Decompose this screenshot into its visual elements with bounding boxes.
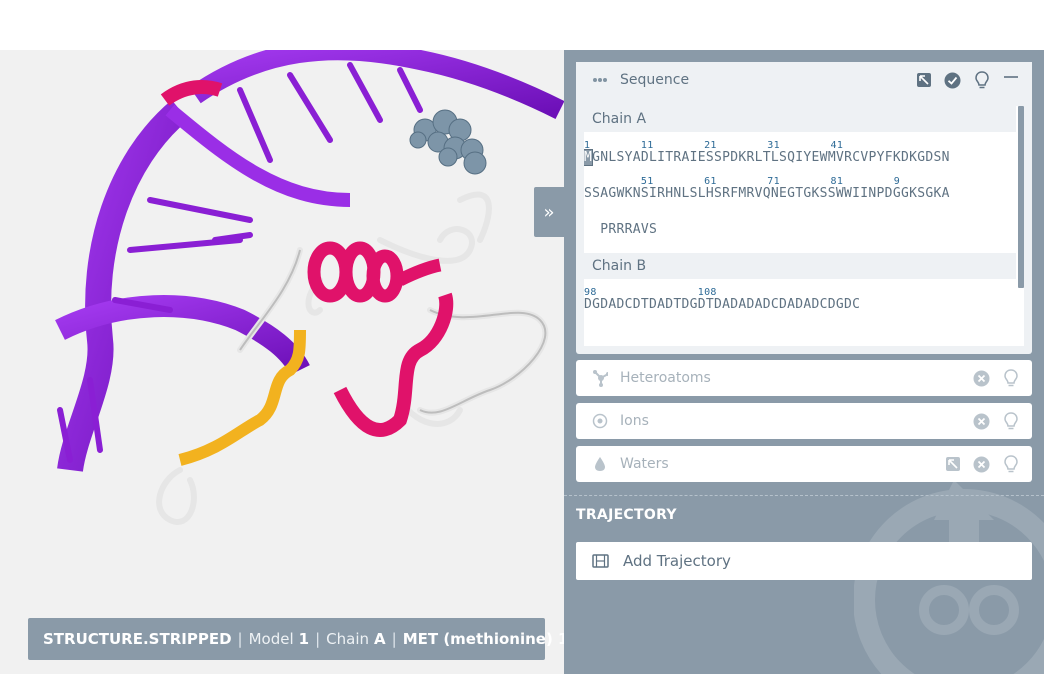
focus-icon[interactable] (914, 71, 933, 90)
heteroatoms-title: Heteroatoms (620, 370, 711, 386)
chain-a-header: Chain A (584, 106, 1016, 132)
ions-header[interactable]: Ions (576, 403, 1032, 439)
sequence-line[interactable]: 1 11 21 31 41 MGNLSYADLITRAIESSPDKRLTLSQ… (584, 140, 1024, 176)
sequence-line[interactable]: 51 61 71 81 9 SSAGWKNSIRHNLSLHSRFMRVQNEG… (584, 176, 1024, 212)
lightbulb-icon[interactable] (1001, 412, 1020, 431)
trajectory-section-title: TRAJECTORY (576, 507, 677, 523)
ions-card[interactable]: Ions (576, 403, 1032, 439)
dna-strand-top (189, 50, 564, 119)
heteroatoms-card[interactable]: Heteroatoms (576, 360, 1032, 396)
model-label: Model (248, 630, 294, 648)
structure-name: STRUCTURE.STRIPPED (43, 630, 232, 648)
controls-panel: Sequence Chain A 1 11 21 31 41 MGNLSYADL… (564, 50, 1044, 674)
section-divider (564, 495, 1044, 496)
sequence-header[interactable]: Sequence (576, 62, 1032, 98)
water-drop-icon (592, 456, 608, 472)
add-trajectory-label: Add Trajectory (623, 552, 731, 570)
selected-residue[interactable]: M (584, 149, 594, 166)
molecule-render (55, 50, 564, 525)
close-circle-icon[interactable] (972, 412, 991, 431)
waters-header[interactable]: Waters (576, 446, 1032, 482)
heteroatoms-header[interactable]: Heteroatoms (576, 360, 1032, 396)
chain-label: Chain (326, 630, 370, 648)
ion-icon (592, 413, 608, 429)
visibility-check-icon[interactable] (943, 71, 962, 90)
waters-card[interactable]: Waters (576, 446, 1032, 482)
molecule-viewport[interactable]: STRUCTURE.STRIPPED | Model 1 | Chain A |… (0, 50, 564, 674)
top-bar (0, 0, 1044, 50)
dna-strand-left (57, 100, 189, 473)
heteroatom-icon (592, 370, 608, 387)
residue-string[interactable]: MGNLSYADLITRAIESSPDKRLTLSQIYEWMVRCVPYFKD… (584, 149, 950, 166)
close-circle-icon[interactable] (972, 369, 991, 388)
sequence-line[interactable]: 98 108 DGDADCDTDADTDGDTDADADADCDADADCDGD… (584, 287, 1024, 323)
separator: | (391, 630, 397, 648)
lightbulb-icon[interactable] (1001, 369, 1020, 388)
add-trajectory-button[interactable]: Add Trajectory (576, 542, 1032, 580)
chain-b-header: Chain B (584, 253, 1016, 279)
sequence-card: Sequence Chain A 1 11 21 31 41 MGNLSYADL… (576, 62, 1032, 354)
sequence-viewer[interactable]: Chain A 1 11 21 31 41 MGNLSYADLITRAIESSP… (584, 106, 1024, 346)
residues[interactable]: DGDADCDTDADTDGDTDADADADCDADADCDGDC (584, 297, 860, 312)
ligand-spheres (409, 109, 487, 175)
residue-name: MET (methionine) 1 (402, 630, 564, 648)
double-chevron-right-icon: » (543, 201, 555, 223)
sequence-title: Sequence (620, 72, 690, 88)
waters-title: Waters (620, 456, 669, 472)
lightbulb-icon[interactable] (972, 71, 991, 90)
residues: GNLSYADLITRAIESSPDKRLTLSQIYEWMVRCVPYFKDK… (592, 150, 950, 165)
chain-value: A (374, 630, 386, 648)
sequence-scrollbar[interactable] (1018, 106, 1024, 288)
hover-info-bar: STRUCTURE.STRIPPED | Model 1 | Chain A |… (28, 618, 564, 660)
residues[interactable]: PRRRAVS (584, 222, 657, 237)
close-circle-icon[interactable] (972, 455, 991, 474)
ellipsis-icon (592, 72, 608, 88)
sequence-line[interactable]: PRRRAVS (584, 212, 1024, 248)
film-icon (592, 554, 609, 568)
lightbulb-icon[interactable] (1001, 455, 1020, 474)
collapse-icon[interactable] (1001, 71, 1020, 90)
helix-fragment-top (160, 80, 223, 106)
residues[interactable]: SSAGWKNSIRHNLSLHSRFMRVQNEGTGKSSWWIINPDGG… (584, 186, 950, 201)
focus-icon[interactable] (943, 455, 962, 474)
expand-panel-button[interactable]: » (534, 187, 564, 237)
model-value: 1 (298, 630, 310, 648)
separator: | (237, 630, 243, 648)
separator: | (315, 630, 321, 648)
ions-title: Ions (620, 413, 649, 429)
